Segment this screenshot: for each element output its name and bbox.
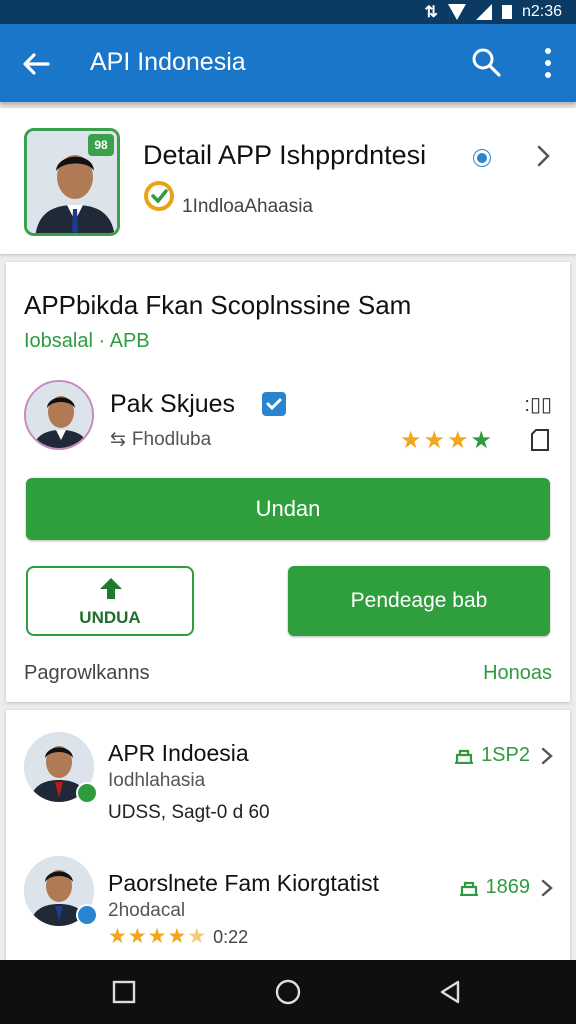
list-item-badge-icon bbox=[76, 782, 98, 804]
document-icon[interactable] bbox=[530, 428, 550, 452]
chevron-right-icon[interactable] bbox=[530, 142, 556, 170]
chevron-right-icon[interactable] bbox=[540, 878, 554, 898]
home-circle-icon[interactable] bbox=[274, 978, 302, 1006]
download-outline-button[interactable]: UNDUA bbox=[26, 566, 194, 636]
developer-avatar[interactable] bbox=[24, 380, 94, 450]
rating-stars: ★★★★ bbox=[400, 426, 494, 455]
network-icon: ⇅ bbox=[424, 4, 438, 21]
star-icon: ★ bbox=[108, 925, 128, 948]
meta-label: :▯▯ bbox=[524, 394, 552, 416]
back-arrow-icon[interactable] bbox=[18, 46, 54, 82]
back-triangle-icon[interactable] bbox=[436, 978, 464, 1006]
arrow-up-icon bbox=[100, 578, 122, 599]
app-bar-title: API Indonesia bbox=[90, 48, 246, 76]
half-star-icon: ★ bbox=[187, 925, 208, 948]
signal-icon bbox=[475, 4, 492, 20]
status-time: n2:36 bbox=[521, 3, 562, 20]
trophy-icon bbox=[459, 881, 478, 896]
system-nav-bar bbox=[0, 960, 576, 1024]
list-item-subtitle: Iodhlahasia bbox=[108, 770, 206, 791]
search-icon[interactable] bbox=[470, 46, 502, 78]
app-detail-title: Detail APP Ishpprdntesi bbox=[143, 140, 427, 170]
download-outline-label: UNDUA bbox=[79, 608, 141, 627]
star-icon: ★ bbox=[470, 427, 495, 454]
app-detail-card: APPbikda Fkan Scoplnssine Sam Iobsalal ·… bbox=[6, 262, 570, 702]
status-bar: ⇅ n2:36 bbox=[0, 0, 576, 24]
secondary-action-button[interactable]: Pendeage bab bbox=[288, 566, 550, 636]
list-item-meta: 1SP2 bbox=[453, 744, 530, 767]
wifi-icon bbox=[447, 4, 466, 20]
list-item-meta-value: 1SP2 bbox=[481, 744, 530, 766]
list-item-title[interactable]: Paorslnete Fam Kiorgtatist bbox=[108, 870, 379, 897]
related-list-card: APR Indoesia Iodhlahasia UDSS, Sagt-0 d … bbox=[6, 710, 570, 962]
sync-icon: ⇆ bbox=[110, 429, 126, 450]
star-icon: ★ bbox=[447, 427, 471, 454]
list-item-meta-value: 1869 bbox=[485, 876, 531, 898]
person-portrait-icon bbox=[26, 382, 92, 448]
star-icon: ★ bbox=[423, 427, 448, 454]
star-icon: ★ bbox=[147, 925, 168, 948]
app-header-card[interactable]: 98 Detail APP Ishpprdntesi 1IndloaAhaasi… bbox=[0, 108, 576, 254]
star-icon: ★ bbox=[127, 925, 148, 948]
app-bar: API Indonesia bbox=[0, 24, 576, 102]
install-button[interactable]: Undan bbox=[26, 478, 550, 540]
detail-title: APPbikda Fkan Scoplnssine Sam bbox=[24, 290, 412, 320]
status-icons: ⇅ n2:36 bbox=[425, 2, 562, 22]
list-item-rating-text: 0:22 bbox=[213, 927, 249, 947]
list-item-extra: UDSS, Sagt-0 d 60 bbox=[108, 802, 270, 823]
more-vert-icon[interactable] bbox=[538, 46, 558, 80]
list-item-subtitle: 2hodacal bbox=[108, 900, 186, 921]
list-item-meta: 1869 bbox=[458, 876, 531, 899]
publisher-name[interactable]: 1IndloaAhaasia bbox=[182, 196, 313, 218]
developer-subtitle: ⇆ Fhodluba bbox=[110, 428, 211, 451]
verified-icon bbox=[474, 150, 490, 166]
chevron-right-icon[interactable] bbox=[540, 746, 554, 766]
list-item-badge-icon bbox=[76, 904, 98, 926]
trophy-icon bbox=[455, 749, 474, 764]
recents-square-icon[interactable] bbox=[110, 978, 138, 1006]
list-item-title[interactable]: APR Indoesia bbox=[108, 740, 249, 767]
publisher-logo-icon bbox=[144, 181, 174, 211]
app-icon-badge: 98 bbox=[88, 134, 114, 156]
footer-right-link[interactable]: Honoas bbox=[483, 662, 552, 685]
star-icon: ★ bbox=[400, 427, 424, 454]
developer-sub-text: Fhodluba bbox=[131, 429, 212, 450]
verified-check-icon bbox=[262, 392, 286, 416]
app-icon: 98 bbox=[24, 128, 120, 236]
star-icon: ★ bbox=[167, 925, 188, 948]
battery-icon bbox=[501, 5, 512, 19]
footer-left-link[interactable]: Pagrowlkanns bbox=[24, 662, 150, 685]
detail-subtitle: Iobsalal · APB bbox=[24, 330, 150, 352]
developer-name[interactable]: Pak Skjues bbox=[110, 390, 235, 419]
list-item-rating: ★★★★★ 0:22 bbox=[108, 924, 248, 949]
